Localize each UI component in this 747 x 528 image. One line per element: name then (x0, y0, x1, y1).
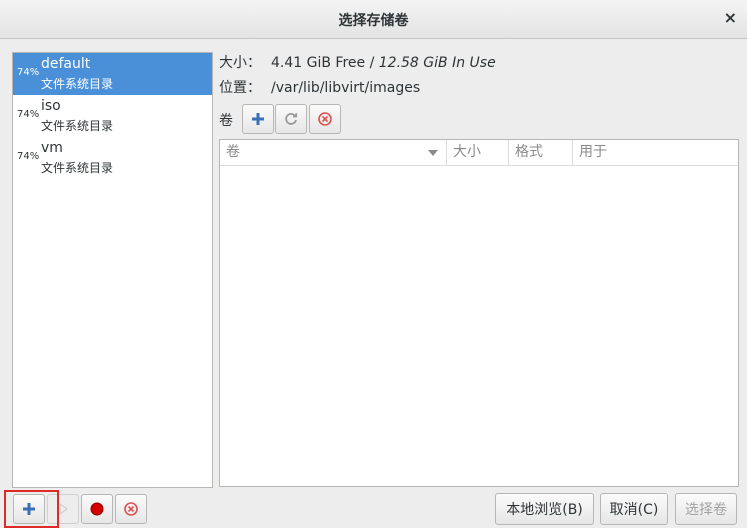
cancel-button[interactable]: 取消(C) (600, 493, 668, 525)
column-label: 用于 (579, 144, 607, 160)
column-label: 格式 (515, 144, 543, 160)
plus-icon (252, 113, 264, 125)
pool-location-row: 位置： /var/lib/libvirt/images (219, 77, 420, 97)
delete-volume-button[interactable] (309, 104, 341, 134)
pool-type: 文件系统目录 (41, 161, 114, 175)
size-in-use: 12.58 GiB In Use (378, 55, 496, 71)
volume-table-header: 卷 大小 格式 用于 (220, 140, 738, 166)
column-header-used-by[interactable]: 用于 (573, 140, 736, 165)
pool-name: iso (41, 98, 61, 114)
stop-pool-button[interactable] (81, 494, 113, 524)
delete-pool-button[interactable] (115, 494, 147, 524)
refresh-icon (285, 113, 298, 125)
column-label: 大小 (453, 144, 481, 160)
window-title: 选择存储卷 (338, 13, 409, 29)
pool-item-iso[interactable]: 74% iso 文件系统目录 (13, 95, 212, 137)
pool-item-vm[interactable]: 74% vm 文件系统目录 (13, 137, 212, 179)
choose-volume-button[interactable]: 选择卷 (675, 493, 737, 525)
refresh-volumes-button[interactable] (275, 104, 307, 134)
add-volume-button[interactable] (242, 104, 274, 134)
pool-usage-percent: 74% (17, 151, 40, 162)
location-value: /var/lib/libvirt/images (271, 80, 421, 96)
pool-name: vm (41, 140, 63, 156)
pool-type: 文件系统目录 (41, 77, 114, 91)
delete-icon (124, 502, 138, 516)
location-label: 位置： (219, 80, 261, 96)
delete-icon (318, 112, 332, 126)
pool-usage-percent: 74% (17, 109, 40, 120)
column-header-format[interactable]: 格式 (509, 140, 573, 165)
stop-icon (90, 502, 104, 516)
column-header-size[interactable]: 大小 (447, 140, 509, 165)
pool-size-row: 大小： 4.41 GiB Free / 12.58 GiB In Use (219, 52, 496, 72)
column-label: 卷 (226, 144, 240, 160)
pool-item-default[interactable]: 74% default 文件系统目录 (13, 53, 212, 95)
size-free: 4.41 GiB Free / (271, 55, 379, 71)
title-bar: 选择存储卷 × (0, 0, 747, 39)
size-label: 大小： (219, 55, 261, 71)
storage-pool-list[interactable]: 74% default 文件系统目录 74% iso 文件系统目录 74% vm… (12, 52, 213, 488)
pool-name: default (41, 56, 91, 72)
browse-local-button[interactable]: 本地浏览(B) (495, 493, 594, 525)
annotation-highlight (4, 490, 59, 528)
volumes-label: 卷 (219, 113, 233, 129)
pool-usage-percent: 74% (17, 67, 40, 78)
volume-table[interactable]: 卷 大小 格式 用于 (219, 139, 739, 487)
close-icon[interactable]: × (724, 8, 737, 27)
pool-type: 文件系统目录 (41, 119, 114, 133)
sort-arrow-icon (428, 150, 438, 156)
column-header-volume[interactable]: 卷 (220, 140, 447, 165)
